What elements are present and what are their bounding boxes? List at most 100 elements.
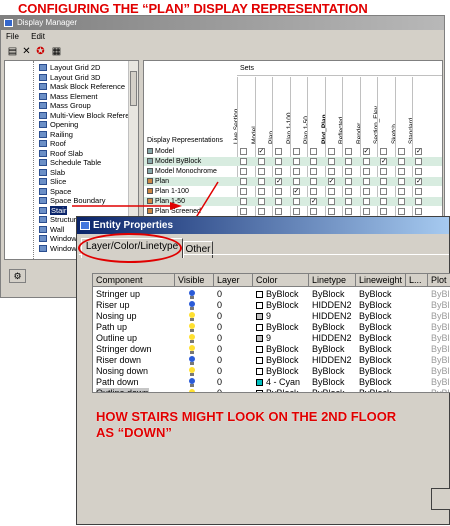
set-checkbox[interactable]: [310, 158, 317, 165]
set-checkbox[interactable]: [257, 178, 265, 185]
set-checkbox[interactable]: [380, 198, 387, 205]
column-header[interactable]: L...: [406, 274, 428, 287]
tree-item[interactable]: Railing: [39, 130, 73, 139]
set-checkbox[interactable]: [275, 208, 282, 215]
lightbulb-on-icon[interactable]: [189, 290, 195, 299]
set-checkbox[interactable]: ✓: [362, 148, 370, 155]
tree-item[interactable]: Slab: [39, 168, 65, 177]
set-checkbox[interactable]: [292, 158, 300, 165]
set-checkbox[interactable]: [257, 198, 265, 205]
set-checkbox[interactable]: [310, 168, 317, 175]
tree-item[interactable]: Window: [39, 244, 77, 253]
color-swatch[interactable]: [256, 357, 263, 364]
set-checkbox[interactable]: [257, 158, 265, 165]
visible-cell[interactable]: [175, 388, 214, 392]
set-checkbox[interactable]: [362, 178, 370, 185]
display-manager-titlebar[interactable]: Display Manager: [1, 16, 444, 30]
set-checkbox[interactable]: [362, 158, 370, 165]
lightbulb-on-icon[interactable]: [189, 378, 195, 387]
set-checkbox[interactable]: [397, 208, 405, 215]
set-checkbox[interactable]: [240, 198, 247, 205]
set-checkbox[interactable]: [397, 198, 405, 205]
component-table[interactable]: Component Visible Layer Color Linetype Linewe…: [92, 273, 450, 393]
visible-cell[interactable]: [175, 311, 214, 322]
visible-cell[interactable]: [175, 289, 214, 300]
set-checkbox[interactable]: ✓: [415, 148, 422, 155]
set-checkbox[interactable]: [257, 168, 265, 175]
delete-icon[interactable]: ✕: [20, 46, 33, 58]
set-checkbox[interactable]: [292, 148, 300, 155]
set-checkbox[interactable]: [345, 188, 352, 195]
set-checkbox[interactable]: [240, 168, 247, 175]
color-swatch[interactable]: [256, 335, 263, 342]
tree-item[interactable]: Schedule Table: [39, 158, 101, 167]
set-checkbox[interactable]: [415, 208, 422, 215]
color-swatch[interactable]: [256, 368, 263, 375]
set-checkbox[interactable]: [327, 188, 335, 195]
table-row[interactable]: Riser up 0 ByBlock HIDDEN2 ByBlock ByBl: [93, 300, 450, 311]
table-row[interactable]: Outline down 0 ByBlock ByBlock ByBlock ByBl: [93, 388, 450, 392]
visible-cell[interactable]: [175, 300, 214, 311]
set-checkbox[interactable]: [292, 208, 300, 215]
color-swatch[interactable]: [256, 324, 263, 331]
table-row[interactable]: Stringer up 0 ByBlock ByBlock ByBlock ByBl: [93, 289, 450, 300]
set-checkbox[interactable]: [310, 208, 317, 215]
set-checkbox[interactable]: [240, 188, 247, 195]
lightbulb-off-icon[interactable]: [189, 334, 195, 343]
set-checkbox[interactable]: ✓: [380, 158, 387, 165]
column-header[interactable]: Component: [93, 274, 175, 287]
tree-item[interactable]: Mask Block Reference: [39, 82, 125, 91]
set-checkbox[interactable]: [240, 158, 247, 165]
visible-cell[interactable]: [175, 366, 214, 377]
set-checkbox[interactable]: [345, 198, 352, 205]
tree-item[interactable]: Space: [39, 187, 71, 196]
set-column-header[interactable]: Standard: [408, 77, 427, 147]
color-swatch[interactable]: [256, 346, 263, 353]
column-header[interactable]: Color: [253, 274, 309, 287]
column-header[interactable]: Linetype: [309, 274, 356, 287]
set-checkbox[interactable]: [275, 198, 282, 205]
color-swatch[interactable]: [256, 379, 263, 386]
tree-item[interactable]: Opening: [39, 120, 78, 129]
column-header[interactable]: Visible: [175, 274, 214, 287]
set-checkbox[interactable]: [362, 208, 370, 215]
set-checkbox[interactable]: [292, 168, 300, 175]
tree-item[interactable]: Roof Slab: [39, 149, 83, 158]
set-checkbox[interactable]: [415, 158, 422, 165]
settings-icon[interactable]: ▦: [50, 46, 63, 58]
set-checkbox[interactable]: [397, 158, 405, 165]
color-swatch[interactable]: [256, 291, 263, 298]
display-rep-label[interactable]: Model: [147, 147, 174, 156]
column-header[interactable]: Layer: [214, 274, 253, 287]
visible-cell[interactable]: [175, 322, 214, 333]
set-checkbox[interactable]: ✓: [310, 198, 317, 205]
dm-action-button[interactable]: ⚙: [9, 269, 26, 283]
tree-item[interactable]: Roof: [39, 139, 66, 148]
lightbulb-off-icon[interactable]: [189, 323, 195, 332]
tree-item[interactable]: Slice: [39, 177, 66, 186]
set-checkbox[interactable]: [257, 208, 265, 215]
set-checkbox[interactable]: ✓: [415, 178, 422, 185]
lightbulb-off-icon[interactable]: [189, 389, 195, 392]
set-checkbox[interactable]: [275, 168, 282, 175]
set-checkbox[interactable]: [275, 158, 282, 165]
set-checkbox[interactable]: [275, 148, 282, 155]
set-checkbox[interactable]: [292, 178, 300, 185]
set-checkbox[interactable]: [292, 198, 300, 205]
set-checkbox[interactable]: [415, 168, 422, 175]
set-checkbox[interactable]: [310, 148, 317, 155]
visible-cell[interactable]: [175, 333, 214, 344]
column-header[interactable]: Plot: [428, 274, 450, 287]
visible-cell[interactable]: [175, 355, 214, 366]
set-checkbox[interactable]: ✓: [292, 188, 300, 195]
set-checkbox[interactable]: [362, 198, 370, 205]
set-checkbox[interactable]: [380, 208, 387, 215]
column-header[interactable]: Lineweight: [356, 274, 406, 287]
table-row[interactable]: Path down 0 4 - Cyan ByBlock ByBlock ByBl: [93, 377, 450, 388]
color-swatch[interactable]: [256, 390, 263, 392]
set-checkbox[interactable]: [345, 168, 352, 175]
lightbulb-off-icon[interactable]: [189, 312, 195, 321]
set-checkbox[interactable]: [415, 188, 422, 195]
tree-item[interactable]: Wall: [39, 225, 64, 234]
set-checkbox[interactable]: [345, 208, 352, 215]
